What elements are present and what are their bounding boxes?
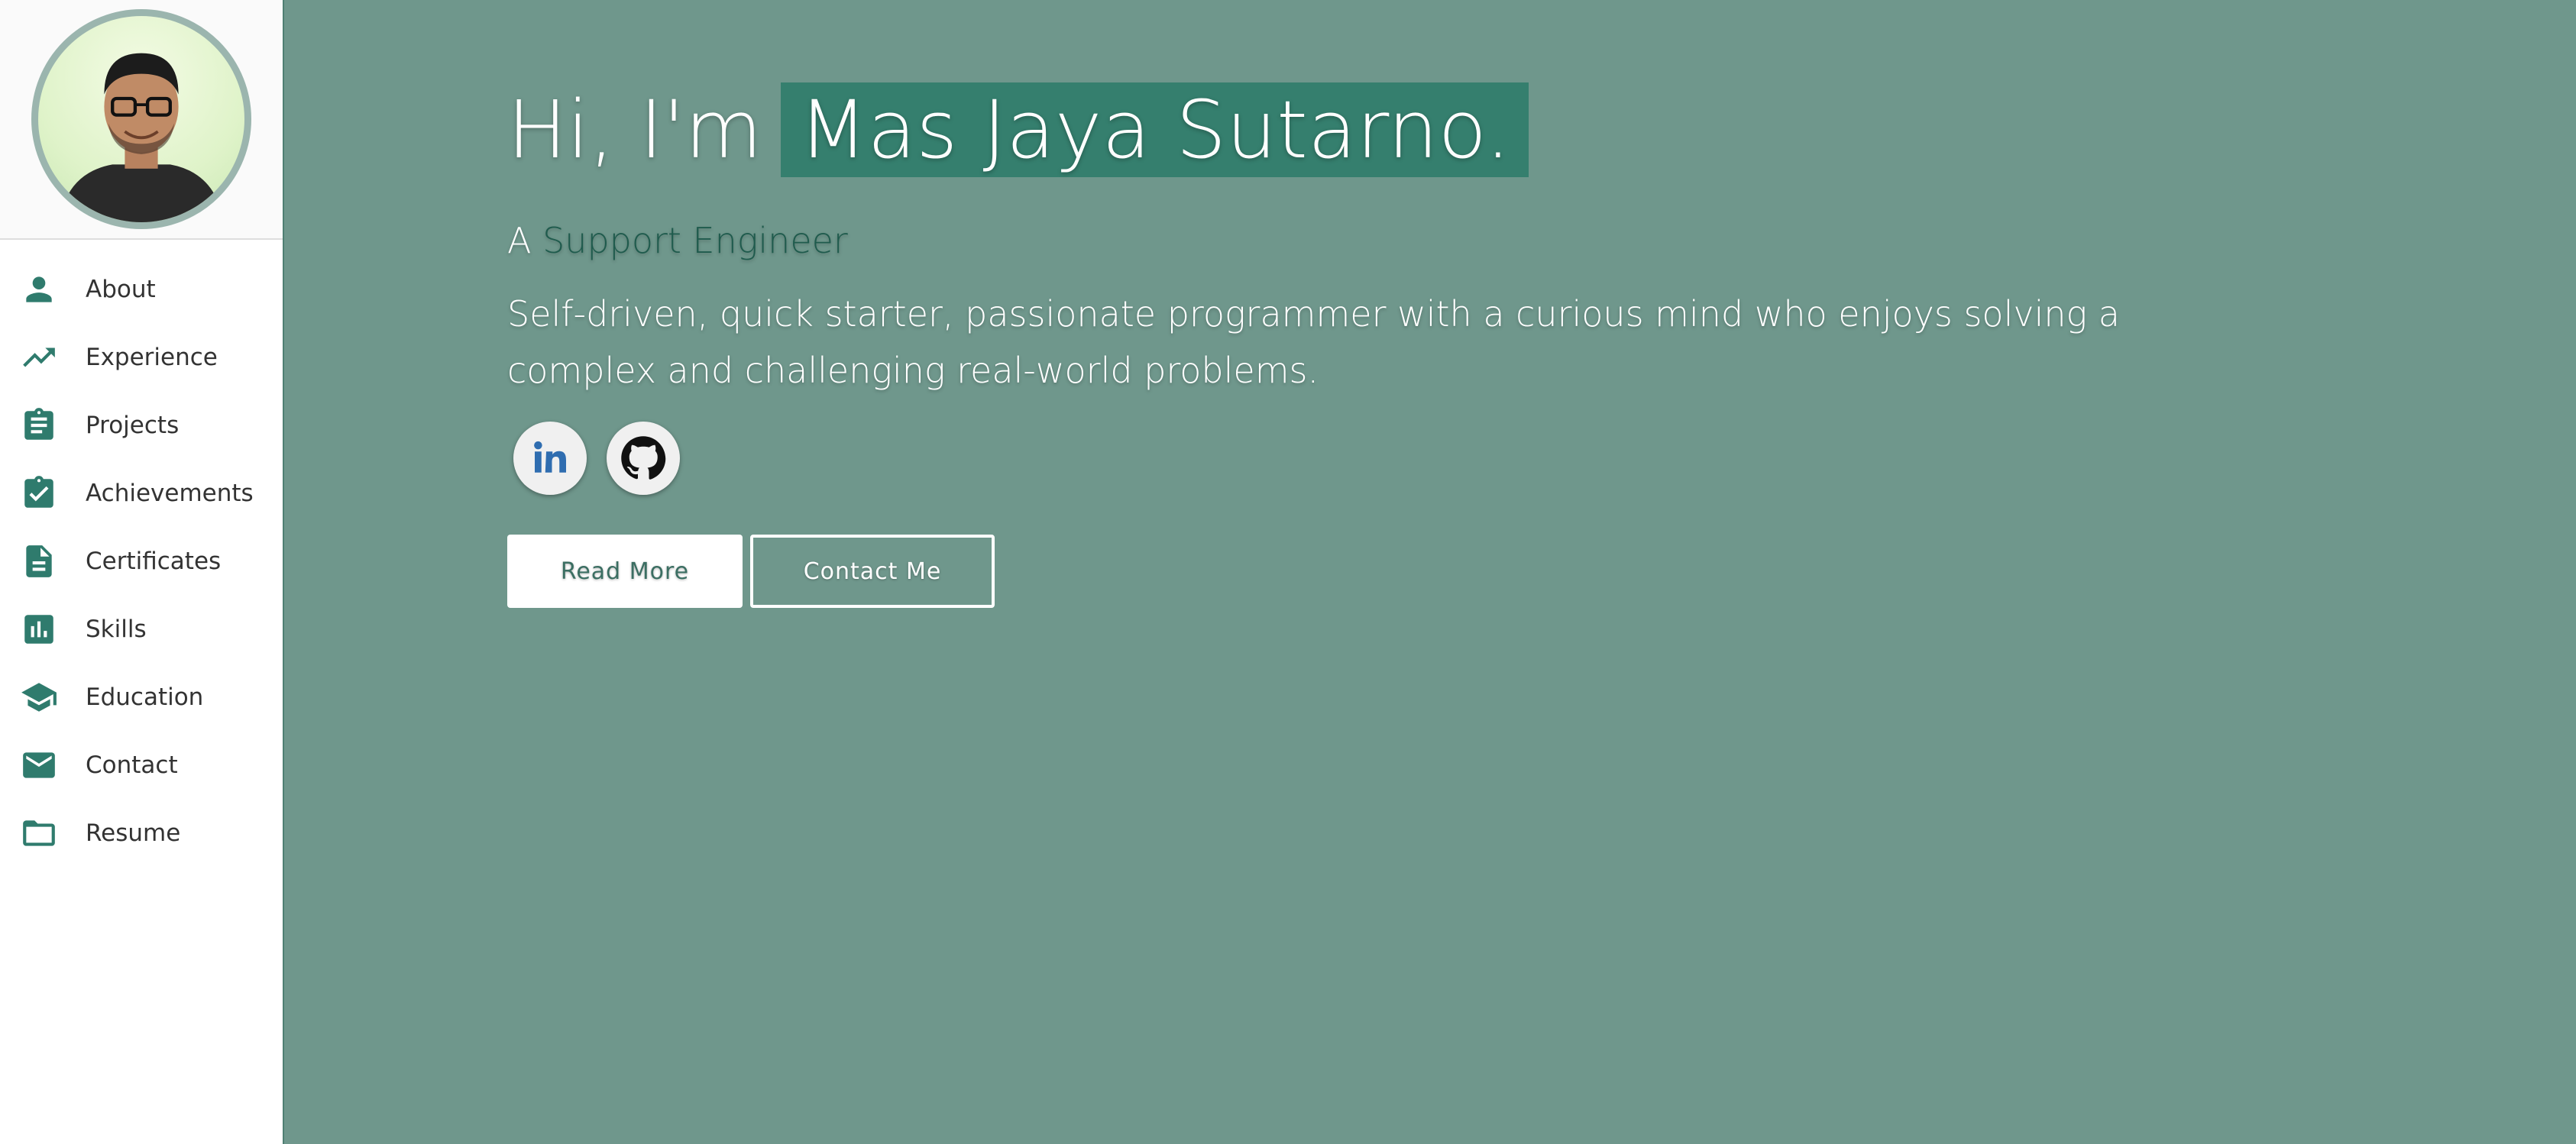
hero-name: Mas Jaya Sutarno.	[780, 82, 1529, 177]
social-links	[507, 422, 2264, 495]
github-link[interactable]	[607, 422, 680, 495]
sidebar-item-label: Certificates	[86, 547, 222, 575]
sidebar-item-label: Skills	[86, 615, 147, 643]
sidebar-item-label: About	[86, 275, 156, 303]
avatar-container	[0, 0, 283, 240]
bar-chart-icon	[20, 610, 58, 648]
hero-section: Hi, I'm Mas Jaya Sutarno. A Support Engi…	[284, 0, 2576, 1144]
sidebar: About Experience Projects Achievements C…	[0, 0, 284, 1144]
person-icon	[20, 270, 58, 309]
sidebar-item-label: Projects	[86, 411, 180, 439]
hero-bio: Self-driven, quick starter, passionate p…	[507, 293, 2120, 391]
sidebar-item-achievements[interactable]: Achievements	[0, 459, 283, 527]
avatar-portrait	[59, 53, 224, 222]
avatar	[31, 9, 251, 229]
github-icon	[621, 436, 666, 480]
graduation-cap-icon	[20, 678, 58, 716]
sidebar-item-label: Education	[86, 683, 204, 711]
sidebar-item-contact[interactable]: Contact	[0, 731, 283, 799]
linkedin-icon	[534, 441, 566, 473]
hero-role-prefix: A	[507, 220, 532, 261]
hero-content: Hi, I'm Mas Jaya Sutarno. A Support Engi…	[507, 82, 2264, 608]
sidebar-item-label: Contact	[86, 751, 178, 779]
sidebar-item-experience[interactable]: Experience	[0, 323, 283, 391]
sidebar-item-label: Achievements	[86, 479, 254, 507]
sidebar-item-education[interactable]: Education	[0, 663, 283, 731]
clipboard-check-icon	[20, 474, 58, 512]
document-icon	[20, 542, 58, 580]
trending-up-icon	[20, 338, 58, 376]
folder-icon	[20, 814, 58, 852]
sidebar-item-certificates[interactable]: Certificates	[0, 527, 283, 595]
hero-role-line: A Support Engineer	[507, 220, 2264, 261]
sidebar-item-label: Experience	[86, 343, 218, 371]
read-more-button[interactable]: Read More	[507, 535, 743, 608]
sidebar-item-skills[interactable]: Skills	[0, 595, 283, 663]
sidebar-item-label: Resume	[86, 819, 181, 847]
sidebar-item-about[interactable]: About	[0, 255, 283, 323]
clipboard-icon	[20, 406, 58, 444]
mail-icon	[20, 746, 58, 784]
sidebar-item-resume[interactable]: Resume	[0, 799, 283, 867]
contact-me-button[interactable]: Contact Me	[750, 535, 995, 608]
hero-title: Hi, I'm Mas Jaya Sutarno.	[507, 82, 2264, 177]
sidebar-item-projects[interactable]: Projects	[0, 391, 283, 459]
hero-role: Support Engineer	[542, 220, 848, 261]
hero-greeting: Hi, I'm	[507, 83, 762, 176]
linkedin-link[interactable]	[513, 422, 587, 495]
hero-actions: Read More Contact Me	[507, 535, 2264, 608]
sidebar-nav: About Experience Projects Achievements C…	[0, 240, 283, 867]
